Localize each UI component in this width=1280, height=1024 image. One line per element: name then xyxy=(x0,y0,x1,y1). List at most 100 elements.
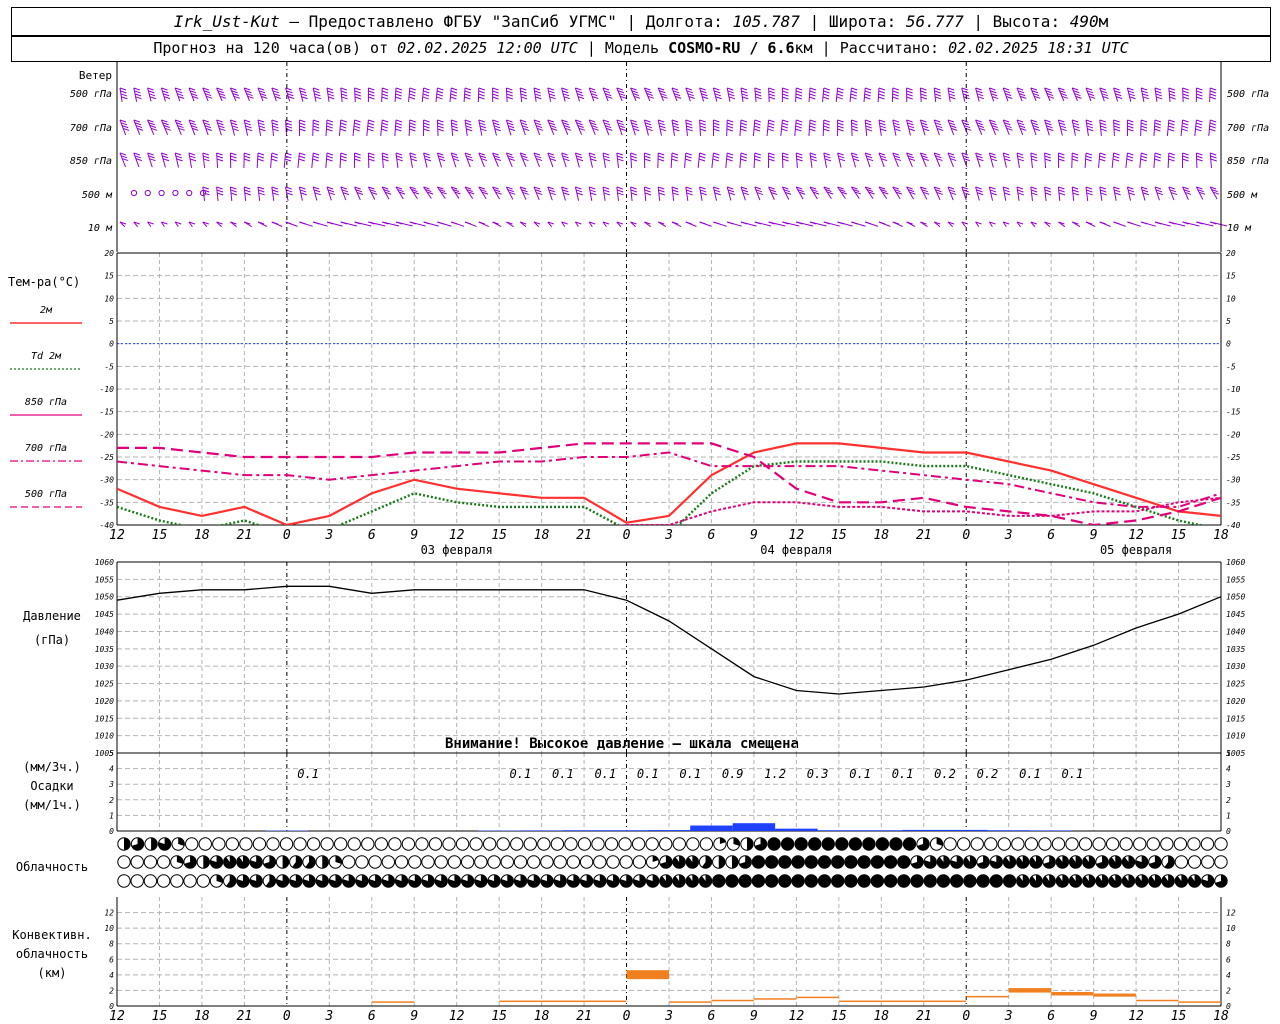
cloud-circle xyxy=(1146,837,1160,851)
cloud-fill xyxy=(937,874,950,888)
wind-barb xyxy=(919,87,922,103)
wind-barb-flag xyxy=(768,122,775,126)
wind-barb-flag xyxy=(340,87,347,91)
wind-barb-flag xyxy=(216,186,223,190)
pressure-ytick-right: 1055 xyxy=(1226,575,1245,584)
wind-barb-flag xyxy=(700,192,707,196)
wind-barb-flag xyxy=(699,122,706,126)
wind-barb-flag xyxy=(299,128,306,132)
wind-barb-flag xyxy=(451,87,458,91)
wind-barb-flag xyxy=(1113,125,1121,129)
cloud-fill xyxy=(857,874,871,888)
wind-barb xyxy=(256,152,259,169)
conv-bar xyxy=(1008,988,1052,993)
wind-barb-flag xyxy=(367,122,375,126)
precip-bar xyxy=(1029,830,1073,831)
wind-barb-flag xyxy=(795,122,803,126)
wind-barb-flag xyxy=(437,221,444,225)
precip-ytick-right: 2 xyxy=(1226,796,1231,805)
wind-barb xyxy=(933,87,937,102)
hour-label-bottom: 18 xyxy=(1213,1009,1229,1024)
precip-ytick-right: 5 xyxy=(1226,749,1231,758)
wind-barb-flag xyxy=(631,192,638,196)
hour-label-mid: 3 xyxy=(1004,528,1013,543)
wind-barb-flag xyxy=(408,96,416,100)
wind-barb-flag xyxy=(823,90,830,94)
hour-label-bottom: 9 xyxy=(410,1009,418,1024)
wind-barb-flag xyxy=(1113,221,1120,225)
hour-label-mid: 0 xyxy=(623,528,631,543)
wind-barb-flag xyxy=(658,186,665,190)
wind-barb xyxy=(878,152,885,168)
wind-barb-flag xyxy=(423,128,430,132)
wind-barb-flag xyxy=(1086,125,1094,129)
wind-barb-flag xyxy=(189,155,196,159)
wind-barb-flag xyxy=(685,152,692,156)
wind-barb-flag xyxy=(1071,158,1079,162)
wind-barb xyxy=(533,152,540,168)
wind-barb-flag xyxy=(658,192,665,196)
cloud-circle xyxy=(659,837,673,851)
wind-level-labels-left: 500 гПа 700 гПа 850 гПа 500 м 10 м xyxy=(70,89,113,234)
wind-barb xyxy=(519,87,523,102)
wind-barb-flag xyxy=(367,125,374,129)
hour-label-bottom: 15 xyxy=(831,1009,847,1024)
wind-barb-flag xyxy=(1044,155,1051,159)
wind-barb-flag xyxy=(1140,158,1147,162)
wind-barb-flag xyxy=(795,93,803,97)
cloud-circle xyxy=(306,837,321,851)
wind-barb-flag xyxy=(823,119,830,123)
temp-ytick-left: 20 xyxy=(104,249,114,258)
wind-barb xyxy=(1126,186,1132,201)
wind-barb-flag xyxy=(1182,152,1189,156)
wind-barb-flag xyxy=(120,93,128,97)
cloud-circle xyxy=(540,855,554,869)
wind-barb-flag xyxy=(740,155,747,159)
hour-label-bottom: 3 xyxy=(664,1009,673,1024)
precip-ytick-left: 5 xyxy=(109,749,114,758)
wind-barb-flag xyxy=(768,90,775,94)
cloud-circle xyxy=(564,837,578,851)
cloud-circle xyxy=(368,855,382,869)
cloud-circle xyxy=(510,837,524,851)
wind-barb-flag xyxy=(326,158,333,162)
conv-bar xyxy=(1051,991,1094,996)
wind-barb-flag xyxy=(257,152,265,156)
wind-barb-flag xyxy=(1181,128,1188,132)
wind-barb-flag xyxy=(754,125,761,129)
temp-ytick-left: 10 xyxy=(104,294,114,303)
temp-ytick-left: 5 xyxy=(109,317,114,326)
wind-barb-flag xyxy=(1141,152,1148,156)
wind-barb-flag xyxy=(423,119,430,123)
wind-barb xyxy=(492,119,497,136)
pressure-ytick-left: 1040 xyxy=(95,627,114,636)
wind-barb-flag xyxy=(1004,192,1011,196)
wind-barb-flag xyxy=(948,93,956,97)
wind-barb-flag xyxy=(809,119,817,123)
wind-barb-flag xyxy=(782,119,789,123)
hour-label-mid: 18 xyxy=(534,528,550,543)
wind-barb-flag xyxy=(437,128,444,132)
wind-barb xyxy=(919,119,926,136)
conv-ytick-right: 4 xyxy=(1226,971,1231,980)
cloud-circle xyxy=(1133,837,1147,851)
wind-barb-flag xyxy=(630,155,637,159)
cloud-circle xyxy=(1065,837,1079,851)
wind-barb-flag xyxy=(409,90,416,94)
wind-barb-flag xyxy=(314,93,321,97)
hour-label-mid: 12 xyxy=(109,528,125,543)
wind-barb-flag xyxy=(464,93,471,97)
wind-barb-flag xyxy=(520,96,528,100)
wind-barb xyxy=(519,119,526,136)
cloud-circle xyxy=(279,837,294,851)
cloud-circle xyxy=(1200,837,1215,851)
wind-barb xyxy=(864,152,871,168)
cloud-circle xyxy=(355,855,369,869)
wind-barb-flag xyxy=(726,125,734,129)
wind-barb-flag xyxy=(478,87,485,91)
wind-barb xyxy=(270,152,273,168)
cloud-fill xyxy=(950,874,963,888)
cloud-circle xyxy=(1214,855,1228,869)
wind-barb-flag xyxy=(285,155,292,159)
hour-label-mid: 3 xyxy=(664,528,673,543)
